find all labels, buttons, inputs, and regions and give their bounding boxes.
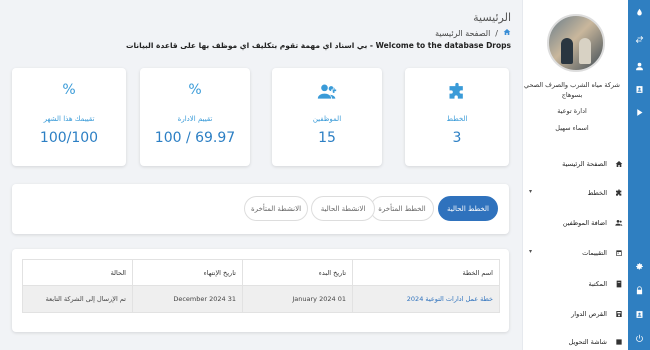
stat-card-value: 15 [318,130,336,146]
stat-card-label: الخطط [446,115,468,123]
book-icon [615,280,623,288]
status-cell: تم الإرسال إلى الشركة التابعة [21,286,133,312]
puzzle-icon [615,189,623,197]
sidebar-item-label: الصفحة الرئيسية [562,160,607,168]
user-icon[interactable] [628,58,650,74]
stat-card-monthly-evaluation: % تقييمك هذا الشهر 100/100 [12,68,126,166]
plans-table-panel: اسم الخطة تاريخ البدء تاريخ الإنتهاء الح… [12,249,509,332]
sidebar-item-library[interactable]: المكتبة [523,277,629,291]
home-icon [615,160,623,168]
sidebar-item-rotating-disk[interactable]: القرص الدوار [523,307,629,321]
department-name: ادارة توعية [557,107,587,115]
sidebar-item-evaluations[interactable]: ▾ التقييمات [523,246,629,260]
stat-card-value: 3 [452,130,462,146]
right-icon-rail [628,0,650,350]
column-header-end-date[interactable]: تاريخ الإنتهاء [133,260,243,286]
sidebar-item-label: التقييمات [582,249,607,257]
power-icon[interactable] [628,330,650,346]
tab-current-plans[interactable]: الخطط الحالية [438,196,498,221]
sidebar-item-label: شاشة التحويل [568,338,607,346]
tabs-panel: الخطط الحالية الخطط المتأخرة الانشطة الح… [12,184,509,234]
stat-card-employees: الموظفين 15 [272,68,382,166]
disk-icon [615,310,623,318]
users-icon [272,82,382,106]
percent-icon: % [62,82,76,98]
stat-card-value: 100 / 69.97 [154,130,236,146]
user-name: اسماء سهيل [555,124,589,132]
column-header-start-date[interactable]: تاريخ البدء [243,260,353,286]
users-icon [615,219,623,227]
breadcrumb: / الصفحة الرئيسية [435,28,511,38]
welcome-message: Welcome to the database Drops - بي اسناد… [125,41,511,50]
caret-down-icon: ▾ [529,188,533,195]
stat-card-label: الموظفين [312,115,342,123]
sidebar-item-home[interactable]: الصفحة الرئيسية [523,157,629,171]
sidebar-item-label: المكتبة [588,280,607,288]
organization-name: شركة مياه الشرب والصرف الصحي بسوهاج [524,81,620,99]
percent-icon: % [188,82,202,98]
lock-icon[interactable] [628,282,650,298]
table-row: خطة عمل ادارات التوعية 2024 01 January 2… [23,286,499,312]
play-icon[interactable] [628,104,650,120]
stat-card-plans: الخطط 3 [405,68,509,166]
page-title: الرئيسية [473,11,511,24]
puzzle-icon [405,82,509,106]
settings-gear-icon[interactable] [628,258,650,274]
stat-card-department-evaluation: % تقييم الادارة 100 / 69.97 [140,68,250,166]
stat-card-label: تقييم الادارة [177,115,213,123]
sidebar-item-add-employees[interactable]: اضافة الموظفين [523,216,629,230]
stat-card-label: تقييمك هذا الشهر [43,115,95,123]
tab-current-activities[interactable]: الانشطة الحالية [311,196,375,221]
contact-card-icon[interactable] [628,81,650,97]
calendar-icon [615,249,623,257]
sidebar-item-plans[interactable]: ▾ الخطط [523,186,629,200]
tab-delayed-activities[interactable]: الانشطة المتأخرة [244,196,308,221]
table-header-row: اسم الخطة تاريخ البدء تاريخ الإنتهاء الح… [23,260,499,286]
breadcrumb-home-link[interactable]: الصفحة الرئيسية [435,29,490,38]
app-logo-icon [628,4,650,20]
column-header-status[interactable]: الحالة [21,260,133,286]
breadcrumb-separator: / [495,28,498,38]
avatar-figure [579,38,591,64]
plan-name-link[interactable]: خطة عمل ادارات التوعية 2024 [353,286,493,312]
column-header-plan-name[interactable]: اسم الخطة [353,260,493,286]
sidebar: شركة مياه الشرب والصرف الصحي بسوهاج ادار… [522,0,628,350]
contact-card-icon[interactable] [628,306,650,322]
sidebar-item-transfer-screen[interactable]: شاشة التحويل [523,335,629,349]
end-date-cell: 31 December 2024 [133,286,243,312]
stat-card-value: 100/100 [39,130,99,146]
home-icon[interactable] [503,28,511,38]
avatar [547,14,605,72]
swap-icon[interactable] [628,31,650,47]
sidebar-item-label: الخطط [587,189,607,197]
plans-table: اسم الخطة تاريخ البدء تاريخ الإنتهاء الح… [22,259,500,313]
sidebar-item-label: القرص الدوار [571,310,607,318]
transfer-icon [615,338,623,346]
caret-down-icon: ▾ [529,248,533,255]
avatar-figure [561,38,573,64]
start-date-cell: 01 January 2024 [243,286,353,312]
sidebar-item-label: اضافة الموظفين [562,219,607,227]
tab-delayed-plans[interactable]: الخطط المتأخرة [370,196,434,221]
